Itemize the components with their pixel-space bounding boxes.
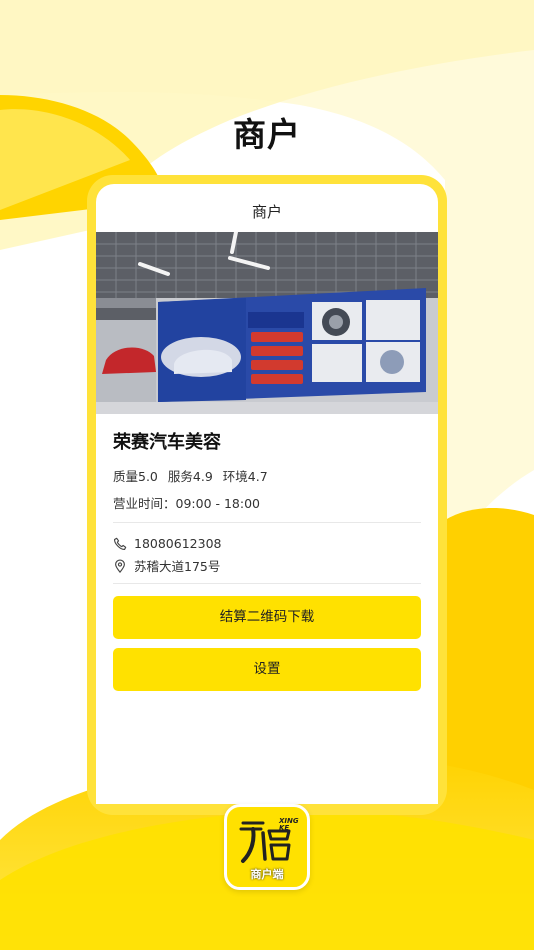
nav-title: 商户 xyxy=(251,203,282,221)
store-ratings: 质量5.0 服务4.9 环境4.7 xyxy=(113,466,421,485)
divider xyxy=(113,583,421,584)
rating-service: 服务4.9 xyxy=(167,469,213,484)
location-pin-icon xyxy=(115,558,125,573)
phone-number: 18080612308 xyxy=(134,536,222,551)
app-logo: XING KE 商户端 xyxy=(224,804,310,890)
store-name: 荣赛汽车美容 xyxy=(113,432,221,453)
address-row[interactable]: 苏稽大道175号 xyxy=(113,555,421,576)
business-hours: 营业时间：09:00 - 18:00 xyxy=(113,496,261,511)
brand-mark-icon: XING KE xyxy=(239,817,299,863)
rating-environment: 环境4.7 xyxy=(222,469,268,484)
store-photo xyxy=(96,232,438,414)
store-address: 苏稽大道175号 xyxy=(134,559,221,574)
svg-text:KE: KE xyxy=(279,824,289,832)
settings-button[interactable]: 设置 xyxy=(113,648,421,691)
phone-icon xyxy=(114,537,127,550)
phone-row[interactable]: 18080612308 xyxy=(113,533,421,554)
divider xyxy=(113,522,421,523)
page-title: 商户 xyxy=(233,115,301,154)
phone-screen: 商户 荣赛汽车美容 质量5.0 服务4.9 环境4.7 营业时间：09:00 -… xyxy=(96,184,438,804)
logo-caption: 商户端 xyxy=(250,868,284,881)
rating-quality: 质量5.0 xyxy=(113,469,158,484)
qr-download-button[interactable]: 结算二维码下载 xyxy=(113,596,421,639)
